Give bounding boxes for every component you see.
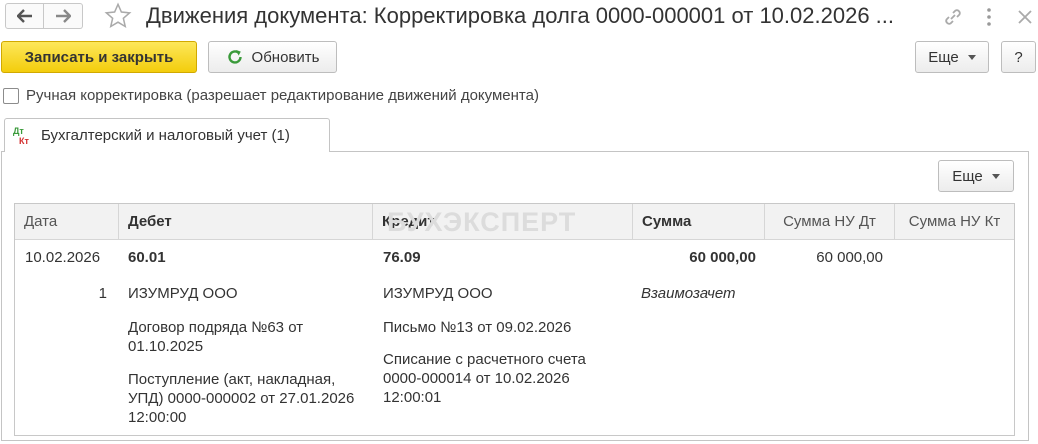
row-credit-sub1: ИЗУМРУД ООО [383,285,493,302]
tab-label: Бухгалтерский и налоговый учет (1) [41,127,290,144]
row-debit-account: 60.01 [128,249,166,266]
row-debit-sub1: ИЗУМРУД ООО [128,285,238,302]
entries-table[interactable]: Дата Дебет Кредит Сумма Сумма НУ Дт Сумм… [14,203,1015,436]
arrow-right-icon [56,9,71,23]
refresh-icon [227,50,242,64]
dt-icon-label: Дт [13,125,24,136]
save-close-label: Записать и закрыть [24,48,174,66]
refresh-button[interactable]: Обновить [208,41,337,73]
kt-icon-label: Кт [19,135,29,146]
more-label: Еще [928,48,959,66]
column-header-amount-nu-kt[interactable]: Сумма НУ Кт [895,204,1014,240]
column-header-amount-nu-dt[interactable]: Сумма НУ Дт [765,204,895,240]
row-debit-sub3: Поступление (акт, накладная, УПД) 0000-0… [128,371,355,426]
table-more-label: Еще [952,167,983,185]
row-date: 10.02.2026 [25,249,101,266]
link-icon[interactable] [942,6,964,28]
column-header-debit[interactable]: Дебет [119,204,373,240]
forward-button[interactable] [44,3,83,29]
row-line-number: 1 [98,285,107,302]
dropdown-arrow-icon [967,54,976,60]
row-amount-nu-dt: 60 000,00 [816,249,883,266]
window-title: Движения документа: Корректировка долга … [146,3,894,28]
row-credit-account: 76.09 [383,249,421,266]
close-icon[interactable] [1016,6,1034,28]
back-button[interactable] [5,3,44,29]
row-debit-sub2: Договор подряда №63 от 01.10.2025 [128,319,304,355]
table-header: Дата Дебет Кредит Сумма Сумма НУ Дт Сумм… [15,204,1014,240]
table-more-button[interactable]: Еще [938,160,1014,192]
refresh-label: Обновить [251,48,320,66]
help-button[interactable]: ? [1001,41,1036,73]
title-bar: Движения документа: Корректировка долга … [0,0,1038,34]
row-content: Взаимозачет [641,285,736,302]
help-label: ? [1014,48,1023,66]
tab-accounting[interactable]: Дт Кт Бухгалтерский и налоговый учет (1) [4,118,330,152]
row-credit-sub3: Списание с расчетного счета 0000-000014 … [383,351,586,406]
column-header-amount[interactable]: Сумма [633,204,765,240]
column-header-credit[interactable]: Кредит [373,204,633,240]
more-vertical-icon[interactable] [982,6,996,28]
dt-kt-icon: Дт Кт [13,125,35,147]
star-icon[interactable] [104,2,132,30]
more-button[interactable]: Еще [915,41,989,73]
save-close-button[interactable]: Записать и закрыть [1,41,197,73]
arrow-left-icon [16,9,32,23]
row-amount: 60 000,00 [689,249,756,266]
row-credit-sub2: Письмо №13 от 09.02.2026 [383,319,572,336]
dropdown-arrow-icon [991,173,1000,179]
column-header-date[interactable]: Дата [15,204,119,240]
manual-edit-checkbox[interactable] [3,87,19,104]
manual-edit-row[interactable]: Ручная корректировка (разрешает редактир… [3,87,539,104]
manual-edit-label: Ручная корректировка (разрешает редактир… [26,87,539,104]
